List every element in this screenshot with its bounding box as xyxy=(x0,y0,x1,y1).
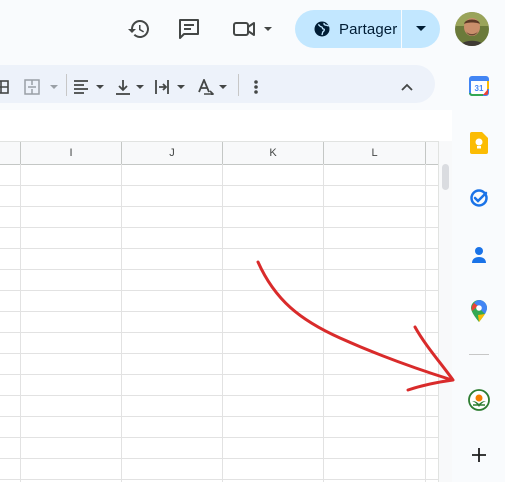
grid-line xyxy=(323,164,324,482)
video-call-icon[interactable] xyxy=(228,13,276,45)
horizontal-align-icon[interactable] xyxy=(73,76,105,98)
grid-line xyxy=(0,353,440,354)
spreadsheet-grid[interactable]: I J K L xyxy=(0,110,452,482)
scrollbar-thumb[interactable] xyxy=(442,164,449,190)
column-header-row: I J K L xyxy=(0,141,440,165)
side-panel-divider xyxy=(469,354,489,355)
table-border-icon[interactable] xyxy=(0,76,10,98)
column-header-j[interactable]: J xyxy=(121,142,222,164)
maps-icon[interactable] xyxy=(468,300,490,322)
collapse-toolbar-icon[interactable] xyxy=(399,76,415,98)
grid-line xyxy=(0,416,440,417)
grid-line xyxy=(425,164,426,482)
dropdown-icon xyxy=(416,26,426,31)
svg-text:31: 31 xyxy=(475,84,484,93)
grid-line xyxy=(0,374,440,375)
grid-line xyxy=(0,290,440,291)
history-icon[interactable] xyxy=(123,13,155,45)
calendar-icon[interactable]: 31 xyxy=(468,75,490,97)
grid-line xyxy=(0,458,440,459)
grid-line xyxy=(0,269,440,270)
merge-cells-icon[interactable] xyxy=(24,76,60,98)
column-header-i[interactable]: I xyxy=(20,142,121,164)
grid-line xyxy=(0,248,440,249)
top-header: Partager xyxy=(0,0,505,60)
grid-line xyxy=(0,395,440,396)
grid-line xyxy=(0,479,440,480)
text-rotation-icon[interactable] xyxy=(197,76,231,98)
addon-icon[interactable] xyxy=(468,389,490,411)
share-button[interactable]: Partager xyxy=(295,10,440,48)
toolbar-divider xyxy=(66,74,67,96)
grid-line xyxy=(121,164,122,482)
grid-line xyxy=(0,185,440,186)
column-header-k[interactable]: K xyxy=(222,142,323,164)
grid-line xyxy=(0,311,440,312)
share-main-button[interactable]: Partager xyxy=(295,10,401,48)
grid-line xyxy=(222,164,223,482)
toolbar-divider xyxy=(238,74,239,96)
grid-line xyxy=(0,227,440,228)
more-options-icon[interactable] xyxy=(250,76,262,98)
vertical-align-icon[interactable] xyxy=(115,76,147,98)
keep-icon[interactable] xyxy=(468,132,490,154)
grid-line xyxy=(0,332,440,333)
share-label: Partager xyxy=(339,20,398,38)
comment-icon[interactable] xyxy=(173,13,205,45)
contacts-icon[interactable] xyxy=(468,244,490,266)
vertical-scrollbar[interactable] xyxy=(438,141,452,482)
side-panel: 31 xyxy=(452,60,505,482)
text-wrap-icon[interactable] xyxy=(154,76,188,98)
plus-icon[interactable] xyxy=(468,444,490,466)
grid-line xyxy=(20,164,21,482)
globe-icon xyxy=(313,20,331,38)
grid-line xyxy=(0,437,440,438)
tasks-icon[interactable] xyxy=(468,187,490,209)
column-header-l[interactable]: L xyxy=(323,142,425,164)
avatar[interactable] xyxy=(455,12,489,46)
share-dropdown-button[interactable] xyxy=(402,10,440,48)
grid-line xyxy=(0,206,440,207)
